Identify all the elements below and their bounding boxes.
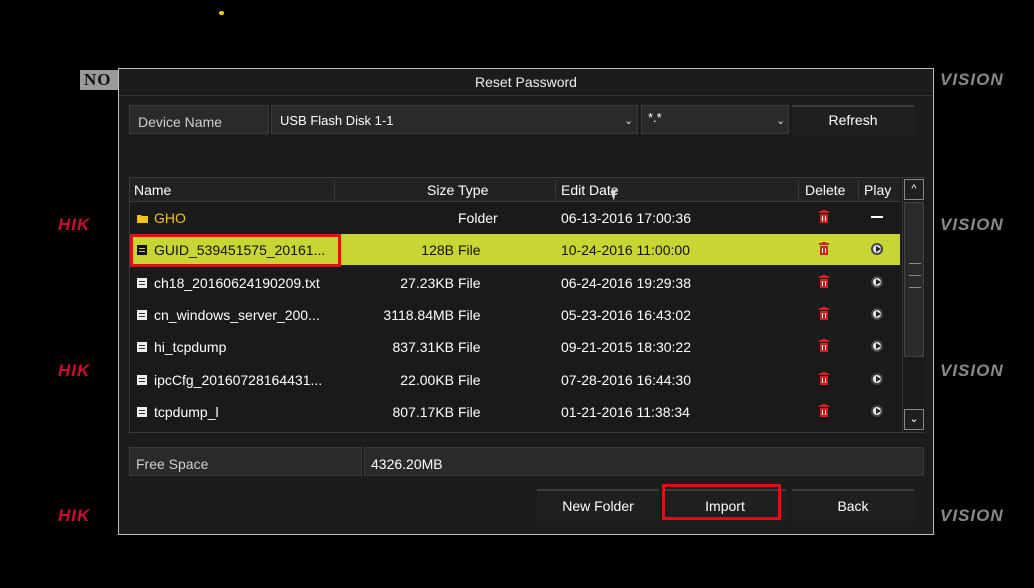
back-button[interactable]: Back	[792, 489, 914, 522]
col-delete: Delete	[805, 182, 846, 198]
file-type: File	[458, 274, 481, 291]
trash-icon[interactable]	[819, 306, 829, 320]
refresh-button[interactable]: Refresh	[792, 105, 914, 136]
file-edit-date: 10-24-2016 11:00:00	[561, 242, 690, 259]
file-edit-date: 06-13-2016 17:00:36	[561, 210, 691, 226]
free-space-row: Free Space 4326.20MB	[129, 447, 924, 476]
file-name: GHO	[154, 210, 186, 226]
file-type: File	[458, 403, 481, 420]
bg-logo-vision-3: VISION	[940, 361, 1004, 380]
file-type: File	[458, 371, 481, 388]
dialog-title: Reset Password	[119, 69, 933, 96]
chevron-down-icon: ⌄	[624, 115, 634, 127]
play-icon[interactable]	[871, 340, 883, 353]
new-folder-button[interactable]: New Folder	[537, 489, 659, 522]
file-row[interactable]: ch18_20160624190209.txt 27.23KB File 06-24-…	[130, 267, 900, 298]
bg-logo-vision-4: VISION	[940, 506, 1004, 525]
filter-select-value: *.*	[648, 110, 662, 125]
col-name[interactable]: Name	[134, 182, 171, 198]
col-type[interactable]: Type	[458, 182, 488, 198]
device-select-value: USB Flash Disk 1-1	[280, 113, 394, 128]
yellow-dot	[219, 11, 224, 15]
trash-icon[interactable]	[819, 339, 829, 353]
file-size: 22.00KB	[400, 371, 454, 388]
play-icon[interactable]	[871, 275, 883, 288]
chevron-down-icon[interactable]: ⌄	[904, 409, 924, 430]
folder-icon	[137, 215, 148, 223]
file-edit-date: 07-28-2016 16:44:30	[561, 371, 691, 388]
reset-password-dialog: Reset Password Device Name USB Flash Dis…	[118, 68, 934, 535]
play-icon[interactable]	[871, 372, 883, 385]
trash-icon[interactable]	[819, 210, 829, 223]
col-play: Play	[864, 182, 892, 198]
file-row[interactable]: tcpdump_l 807.17KB File 01-21-2016 11:38:34	[130, 396, 900, 427]
bg-logo-vision-2: VISION	[940, 215, 1004, 234]
trash-icon[interactable]	[819, 274, 829, 288]
file-edit-date: 06-24-2016 19:29:38	[561, 274, 691, 291]
play-icon[interactable]	[871, 404, 883, 417]
file-edit-date: 09-21-2015 18:30:22	[561, 339, 691, 356]
file-row[interactable]: hi_tcpdump 837.31KB File 09-21-2015 18:30:2…	[130, 331, 900, 362]
file-row[interactable]: cn_windows_server_200... 3118.84MB File 05-…	[130, 299, 900, 330]
play-icon[interactable]	[871, 307, 883, 320]
free-space-label-box: Free Space	[129, 447, 362, 476]
chevron-up-icon[interactable]: ^	[904, 179, 924, 200]
file-type: Folder	[458, 210, 498, 226]
file-edit-date: 01-21-2016 11:38:34	[561, 403, 690, 420]
file-size: 27.23KB	[400, 274, 454, 291]
col-edit-date[interactable]: Edit Date	[561, 182, 619, 198]
table-header: Name Size Type Edit Date Delete Play	[130, 178, 900, 202]
file-edit-date: 05-23-2016 16:43:02	[561, 306, 691, 323]
file-row[interactable]: GHO Folder 06-13-2016 17:00:36	[130, 202, 900, 233]
file-table: Name Size Type Edit Date Delete Play GHO…	[129, 177, 925, 433]
scrollbar[interactable]: ^ ⌄	[902, 178, 925, 432]
bg-logo-hik-3: HIK	[58, 506, 91, 525]
play-icon[interactable]	[871, 243, 883, 256]
no-play-dash	[871, 216, 883, 218]
annotation-box-selected-file	[130, 234, 341, 267]
free-space-value-box: 4326.20MB	[364, 447, 924, 476]
device-name-label: Device Name	[138, 114, 223, 130]
file-row[interactable]: ipcCfg_20160728164431... 22.00KB File 07-28…	[130, 364, 900, 395]
file-type: File	[458, 242, 481, 259]
trash-icon[interactable]	[819, 371, 829, 385]
scroll-thumb[interactable]	[904, 202, 924, 357]
device-row: Device Name USB Flash Disk 1-1 ⌄ *.* ⌄ R…	[129, 105, 924, 136]
bg-logo-hik-1: HIK	[58, 215, 91, 234]
annotation-box-import	[662, 484, 781, 520]
col-size[interactable]: Size	[427, 182, 454, 198]
chevron-down-icon: ⌄	[776, 115, 786, 127]
file-size: 807.17KB	[392, 403, 455, 420]
file-size: 3118.84MB	[383, 306, 454, 323]
free-space-label: Free Space	[136, 456, 209, 472]
file-type: File	[458, 339, 481, 356]
device-label-box: Device Name	[129, 105, 269, 134]
trash-icon[interactable]	[819, 242, 829, 256]
file-type: File	[458, 306, 481, 323]
device-select[interactable]: USB Flash Disk 1-1 ⌄	[271, 105, 638, 134]
bg-logo-hik-2: HIK	[58, 361, 91, 380]
bg-logo-vision-1: VISION	[940, 70, 1004, 89]
free-space-value: 4326.20MB	[371, 456, 443, 472]
file-size: 837.31KB	[392, 339, 455, 356]
filter-select[interactable]: *.* ⌄	[641, 105, 789, 134]
trash-icon[interactable]	[819, 403, 829, 417]
